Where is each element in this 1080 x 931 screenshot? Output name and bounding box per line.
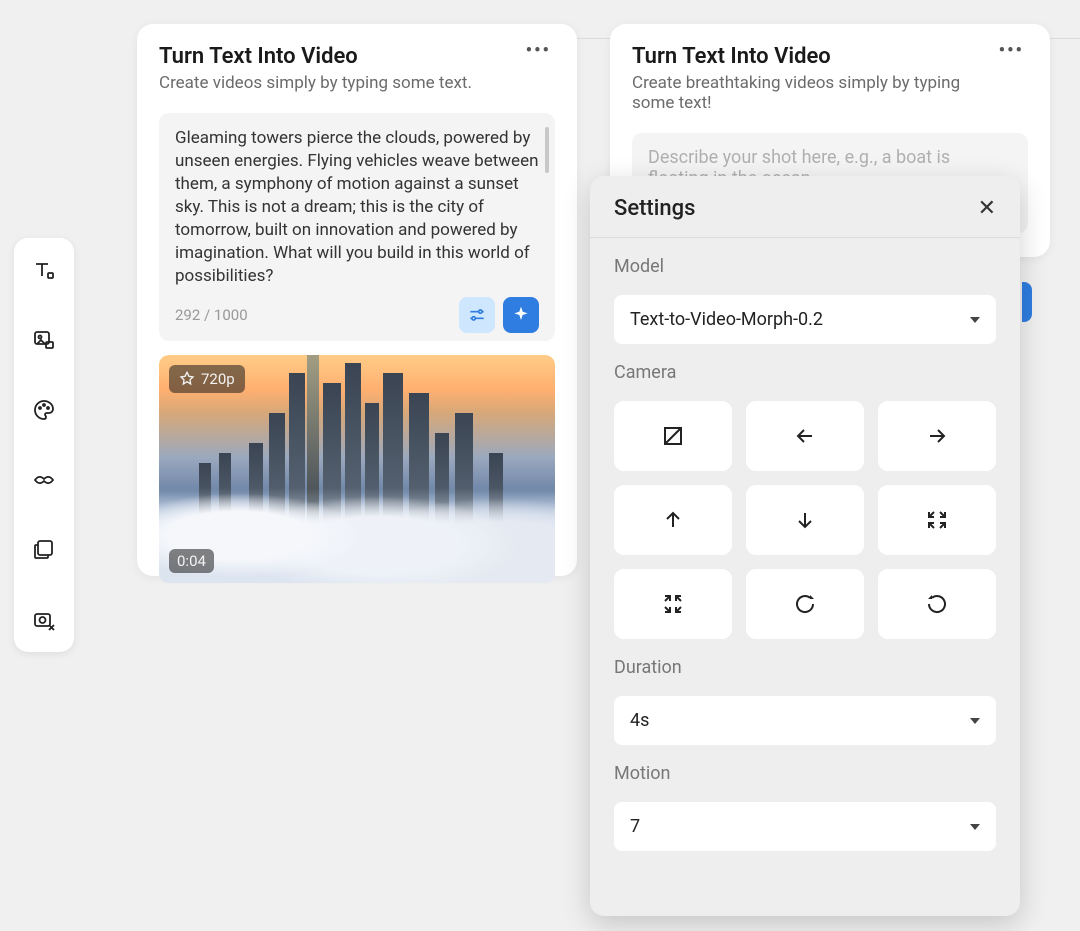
palette-tool-icon[interactable] xyxy=(30,396,58,424)
text-to-video-card-left: Turn Text Into Video Create videos simpl… xyxy=(137,24,577,576)
generate-button[interactable] xyxy=(503,297,539,333)
image-tool-icon[interactable] xyxy=(30,326,58,354)
tool-sidebar xyxy=(14,238,74,652)
chevron-down-icon xyxy=(970,317,980,323)
camera-pan-left-button[interactable] xyxy=(746,401,864,471)
motion-dropdown[interactable]: 7 xyxy=(614,802,996,851)
camera-zoom-out-button[interactable] xyxy=(878,485,996,555)
camera-grid xyxy=(614,401,996,639)
camera-zoom-in-button[interactable] xyxy=(614,569,732,639)
card-title: Turn Text Into Video xyxy=(632,44,995,69)
camera-tilt-down-button[interactable] xyxy=(746,485,864,555)
camera-rotate-ccw-button[interactable] xyxy=(746,569,864,639)
model-value: Text-to-Video-Morph-0.2 xyxy=(630,309,823,330)
card-subtitle: Create breathtaking videos simply by typ… xyxy=(632,73,995,113)
prompt-text: Gleaming towers pierce the clouds, power… xyxy=(175,127,539,287)
duration-value: 4s xyxy=(630,710,649,731)
character-count: 292 / 1000 xyxy=(175,306,248,324)
duration-text: 0:04 xyxy=(177,552,206,570)
duration-badge: 0:04 xyxy=(169,549,214,573)
more-menu-button[interactable]: ••• xyxy=(522,44,555,58)
camera-label: Camera xyxy=(614,362,996,383)
lips-tool-icon[interactable] xyxy=(30,466,58,494)
video-preview[interactable]: 720p 0:04 xyxy=(159,355,555,583)
motion-value: 7 xyxy=(630,816,640,837)
resolution-badge: 720p xyxy=(169,365,245,393)
prompt-scrollbar[interactable] xyxy=(545,127,549,173)
camera-tilt-up-button[interactable] xyxy=(614,485,732,555)
prompt-input-box[interactable]: Gleaming towers pierce the clouds, power… xyxy=(159,113,555,341)
more-menu-button[interactable]: ••• xyxy=(995,44,1028,58)
card-subtitle: Create videos simply by typing some text… xyxy=(159,73,472,93)
camera-none-button[interactable] xyxy=(614,401,732,471)
close-icon[interactable]: ✕ xyxy=(978,196,996,221)
model-dropdown[interactable]: Text-to-Video-Morph-0.2 xyxy=(614,295,996,344)
resolution-text: 720p xyxy=(201,370,235,388)
card-title: Turn Text Into Video xyxy=(159,44,472,69)
settings-toggle-button[interactable] xyxy=(459,297,495,333)
motion-label: Motion xyxy=(614,763,996,784)
chevron-down-icon xyxy=(970,824,980,830)
camera-pan-right-button[interactable] xyxy=(878,401,996,471)
settings-title: Settings xyxy=(614,196,695,221)
generate-button-sliver[interactable] xyxy=(1022,282,1032,322)
gallery-tool-icon[interactable] xyxy=(30,536,58,564)
text-tool-icon[interactable] xyxy=(30,256,58,284)
duration-dropdown[interactable]: 4s xyxy=(614,696,996,745)
model-label: Model xyxy=(614,256,996,277)
settings-popover: Settings ✕ Model Text-to-Video-Morph-0.2… xyxy=(590,176,1020,916)
camera-rotate-cw-button[interactable] xyxy=(878,569,996,639)
camera-remove-tool-icon[interactable] xyxy=(30,606,58,634)
chevron-down-icon xyxy=(970,718,980,724)
duration-label: Duration xyxy=(614,657,996,678)
